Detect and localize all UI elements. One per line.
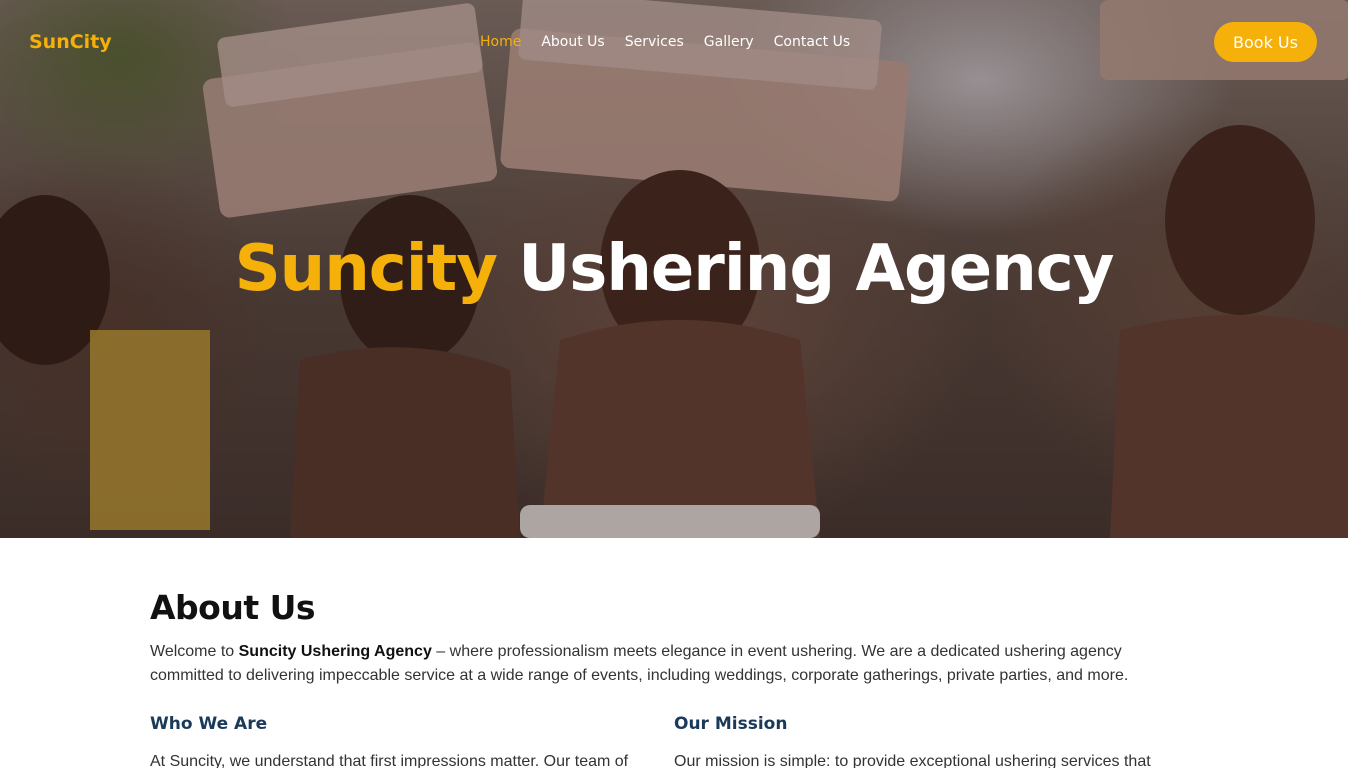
nav-link-about-us[interactable]: About Us [541,34,604,50]
about-intro: Welcome to Suncity Ushering Agency – whe… [150,640,1198,688]
nav-link-services[interactable]: Services [625,34,684,50]
our-mission-heading: Our Mission [674,714,788,734]
nav-link-home[interactable]: Home [480,34,521,50]
who-we-are-heading: Who We Are [150,714,268,734]
brand-logo[interactable]: SunCity [29,31,112,53]
about-section: About Us Welcome to Suncity Ushering Age… [150,588,1198,768]
about-intro-brand: Suncity Ushering Agency [238,643,432,660]
hero-title: Suncity Ushering Agency [0,232,1348,306]
who-we-are-column: Who We Are At Suncity, we understand tha… [150,712,674,768]
book-us-button[interactable]: Book Us [1214,22,1317,62]
nav-link-contact-us[interactable]: Contact Us [774,34,850,50]
hero-title-accent: Suncity [234,232,498,306]
who-we-are-text: At Suncity, we understand that first imp… [150,753,629,768]
our-mission-text: Our mission is simple: to provide except… [674,753,1151,768]
about-intro-prefix: Welcome to [150,643,239,660]
nav-link-gallery[interactable]: Gallery [704,34,754,50]
top-navbar: SunCity Home About Us Services Gallery C… [0,0,1348,84]
hero-title-rest: Ushering Agency [518,232,1114,306]
about-columns: Who We Are At Suncity, we understand tha… [150,712,1198,768]
our-mission-column: Our Mission Our mission is simple: to pr… [674,712,1198,768]
main-menu: Home About Us Services Gallery Contact U… [480,34,850,50]
about-heading: About Us [150,588,316,627]
